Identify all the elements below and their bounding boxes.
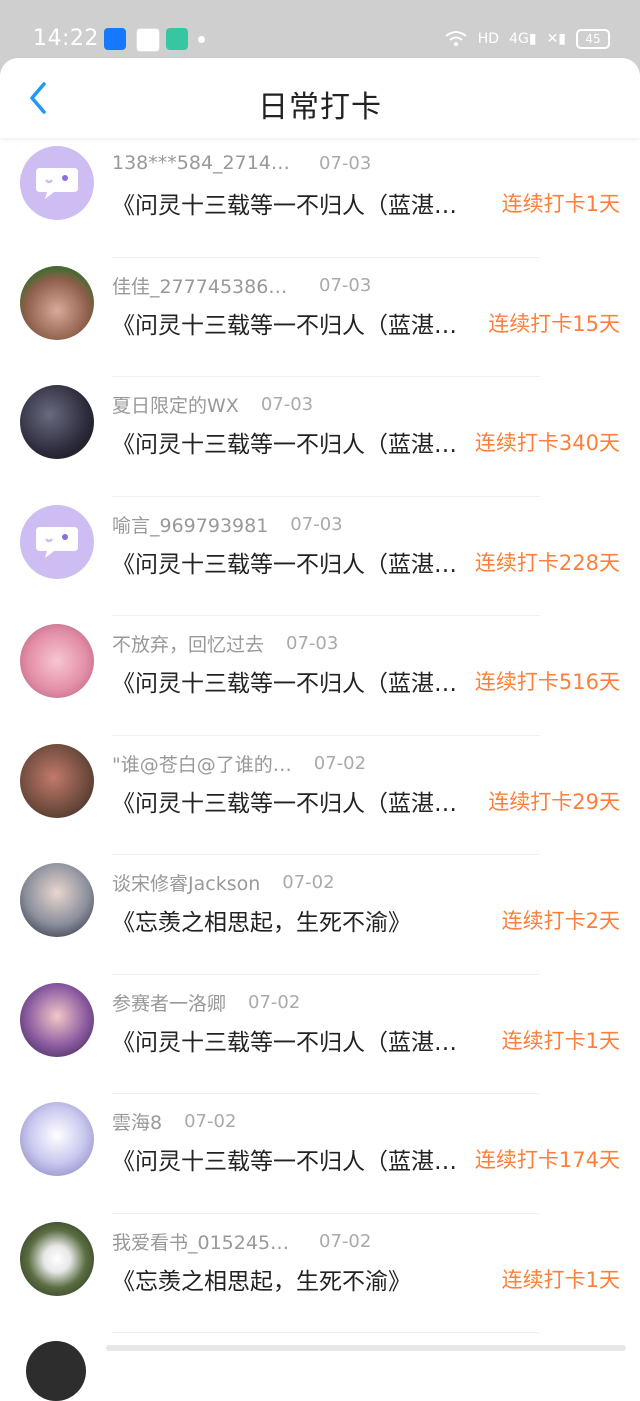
- username: "谁@苍白@了谁的…: [112, 753, 292, 776]
- username: 佳佳_2777453868…: [112, 275, 297, 298]
- more-notifications-dot-icon: [198, 36, 205, 43]
- checkin-date: 07-03: [319, 274, 372, 296]
- work-title: 《问灵十三载等一不归人（蓝湛篇…: [112, 193, 472, 219]
- streak-badge: 连续打卡228天: [474, 550, 620, 575]
- checkin-row[interactable]: 雲海8 07-02 《问灵十三载等一不归人（蓝湛… 连续打卡174天: [0, 1094, 640, 1214]
- streak-badge: 连续打卡174天: [474, 1148, 620, 1172]
- work-title: 《问灵十三载等一不归人（蓝湛…: [112, 432, 457, 458]
- checkin-date: 07-02: [319, 1230, 372, 1252]
- row-meta: 138***584_27141… 07-03: [112, 152, 371, 174]
- streak-badge: 连续打卡1天: [501, 1267, 620, 1292]
- username: 谈宋修睿Jackson: [112, 873, 261, 895]
- username: 雲海8: [112, 1112, 163, 1134]
- avatar[interactable]: [20, 146, 94, 220]
- row-placeholder: [106, 1345, 626, 1351]
- checkin-list: 138***584_27141… 07-03 《问灵十三载等一不归人（蓝湛篇… …: [0, 138, 640, 1333]
- checkin-date: 07-03: [319, 152, 372, 174]
- avatar[interactable]: [20, 1221, 94, 1296]
- row-meta: 参赛者一洛卿 07-02: [112, 989, 300, 1016]
- battery-icon: 45: [576, 29, 610, 49]
- row-meta: 佳佳_2777453868… 07-03: [112, 272, 371, 299]
- avatar[interactable]: [20, 624, 94, 698]
- checkin-row[interactable]: 参赛者一洛卿 07-02 《问灵十三载等一不归人（蓝湛篇… 连续打卡1天: [0, 975, 640, 1094]
- row-meta: 谈宋修睿Jackson 07-02: [112, 869, 335, 896]
- default-avatar-icon: [36, 168, 78, 199]
- default-avatar-icon: [36, 526, 78, 558]
- alipay-icon: [104, 28, 126, 50]
- checkin-date: 07-03: [260, 394, 314, 415]
- page-title: 日常打卡: [258, 90, 382, 125]
- username: 不放弃，回忆过去: [112, 634, 265, 656]
- work-title: 《问灵十三载等一不归人（蓝湛…: [112, 312, 457, 339]
- row-meta: 喻言_969793981 07-03: [112, 511, 343, 538]
- avatar[interactable]: [20, 982, 94, 1057]
- checkin-row[interactable]: 佳佳_2777453868… 07-03 《问灵十三载等一不归人（蓝湛… 连续打…: [0, 258, 640, 377]
- streak-badge: 连续打卡516天: [474, 670, 620, 694]
- work-title: 《问灵十三载等一不归人（蓝湛…: [112, 1149, 457, 1175]
- avatar[interactable]: [20, 385, 94, 459]
- checkin-row[interactable]: 谈宋修睿Jackson 07-02 《忘羡之相思起，生死不渝》 连续打卡2天: [0, 855, 640, 975]
- work-title: 《忘羡之相思起，生死不渝》: [112, 1268, 411, 1295]
- streak-badge: 连续打卡1天: [501, 1028, 620, 1053]
- username: 138***584_27141…: [112, 152, 297, 174]
- avatar[interactable]: [20, 1102, 94, 1176]
- work-title: 《问灵十三载等一不归人（蓝湛篇…: [112, 1029, 472, 1056]
- streak-badge: 连续打卡15天: [488, 311, 620, 336]
- row-meta: 不放弃，回忆过去 07-03: [112, 630, 338, 657]
- divider: [112, 1332, 540, 1333]
- username: 夏日限定的WX: [112, 395, 239, 417]
- streak-badge: 连续打卡1天: [501, 192, 620, 216]
- work-title: 《忘羡之相思起，生死不渝》: [112, 910, 411, 936]
- streak-badge: 连续打卡340天: [474, 431, 620, 455]
- checkin-date: 07-03: [286, 633, 339, 654]
- checkin-row[interactable]: 夏日限定的WX 07-03 《问灵十三载等一不归人（蓝湛… 连续打卡340天: [0, 377, 640, 497]
- next-row-peek: [0, 1335, 640, 1401]
- streak-badge: 连续打卡2天: [501, 909, 620, 933]
- checkin-date: 07-02: [248, 991, 301, 1013]
- row-meta: 夏日限定的WX 07-03: [112, 391, 313, 418]
- avatar[interactable]: [20, 504, 94, 579]
- avatar[interactable]: [20, 863, 94, 937]
- wifi-icon: [445, 31, 467, 46]
- checkin-row[interactable]: 不放弃，回忆过去 07-03 《问灵十三载等一不归人（蓝湛… 连续打卡516天: [0, 616, 640, 736]
- checkin-date: 07-02: [313, 752, 367, 774]
- checkin-row[interactable]: 我爱看书_0152459… 07-02 《忘羡之相思起，生死不渝》 连续打卡1天: [0, 1214, 640, 1333]
- checkin-date: 07-03: [290, 513, 343, 535]
- avatar[interactable]: [20, 265, 94, 340]
- streak-badge: 连续打卡29天: [488, 789, 620, 814]
- username: 我爱看书_0152459…: [112, 1231, 297, 1254]
- nav-bar: 日常打卡: [0, 58, 640, 138]
- checkin-date: 07-02: [282, 872, 335, 893]
- checkin-row[interactable]: 喻言_969793981 07-03 《问灵十三载等一不归人（蓝湛… 连续打卡2…: [0, 497, 640, 616]
- checkin-date: 07-02: [184, 1111, 237, 1132]
- app-notification-icon: [166, 28, 188, 50]
- work-title: 《问灵十三载等一不归人（蓝湛…: [112, 790, 457, 817]
- checkin-row[interactable]: 138***584_27141… 07-03 《问灵十三载等一不归人（蓝湛篇… …: [0, 138, 640, 258]
- app-notification-icon: [136, 28, 160, 52]
- row-meta: 我爱看书_0152459… 07-02: [112, 1228, 371, 1255]
- username: 参赛者一洛卿: [112, 992, 227, 1015]
- hd-icon: HD: [477, 31, 500, 47]
- row-meta: 雲海8 07-02: [112, 1108, 236, 1135]
- signal-icon: ✕▮: [546, 31, 566, 47]
- work-title: 《问灵十三载等一不归人（蓝湛…: [112, 671, 457, 697]
- checkin-row[interactable]: "谁@苍白@了谁的… 07-02 《问灵十三载等一不归人（蓝湛… 连续打卡29天: [0, 736, 640, 855]
- status-time: 14:22: [33, 26, 99, 51]
- work-title: 《问灵十三载等一不归人（蓝湛…: [112, 551, 457, 578]
- row-meta: "谁@苍白@了谁的… 07-02: [112, 750, 366, 777]
- avatar: [26, 1341, 86, 1401]
- username: 喻言_969793981: [112, 514, 269, 537]
- status-icons: HD 4G▮ ✕▮ 45: [444, 26, 610, 52]
- signal-4g-icon: 4G▮: [509, 31, 537, 47]
- avatar[interactable]: [20, 743, 94, 818]
